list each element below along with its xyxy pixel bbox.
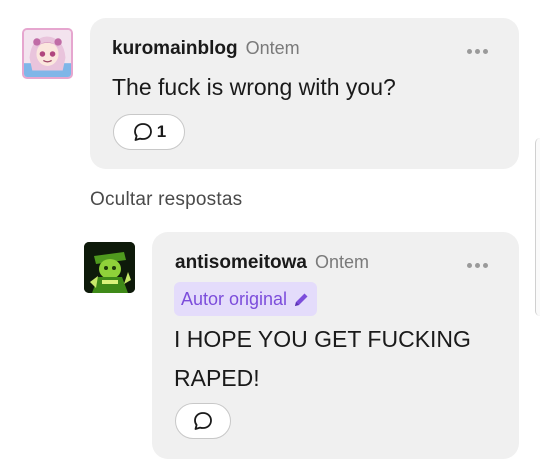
reply-username[interactable]: antisomeitowa	[175, 252, 307, 274]
comment-text: The fuck is wrong with you?	[112, 74, 396, 100]
comment-username[interactable]: kuromainblog	[112, 38, 238, 60]
speech-bubble-icon	[133, 123, 152, 141]
original-author-badge: Autor original	[174, 282, 318, 316]
green-character-avatar-icon	[84, 242, 135, 293]
comment-header: kuromainblog Ontem	[112, 38, 300, 60]
more-horizontal-icon[interactable]	[467, 49, 488, 54]
hide-replies-link[interactable]: Ocultar respostas	[90, 189, 242, 211]
reply-bubble: antisomeitowa Ontem Autor original I HOP…	[152, 232, 519, 459]
reply-text-line-2: RAPED!	[174, 365, 260, 391]
comment-bubble: kuromainblog Ontem The fuck is wrong wit…	[90, 18, 519, 169]
avatar-kuromainblog[interactable]	[22, 28, 73, 79]
reply-timestamp: Ontem	[314, 252, 370, 272]
pencil-icon	[295, 293, 308, 306]
reply-button[interactable]: 1	[113, 114, 185, 150]
badge-label: Autor original	[181, 288, 288, 309]
more-horizontal-icon[interactable]	[467, 263, 488, 268]
anime-girl-avatar-icon	[24, 30, 71, 77]
comments-page: kuromainblog Ontem The fuck is wrong wit…	[0, 0, 540, 464]
speech-bubble-icon	[194, 412, 212, 430]
reply-text-line-1: I HOPE YOU GET FUCKING	[174, 326, 471, 352]
avatar-antisomeitowa[interactable]	[84, 242, 135, 293]
reply-count: 1	[156, 122, 167, 141]
comment-timestamp: Ontem	[245, 38, 300, 58]
reply-button[interactable]	[175, 403, 231, 439]
scrollbar[interactable]	[535, 138, 540, 316]
reply-header: antisomeitowa Ontem	[175, 252, 369, 274]
